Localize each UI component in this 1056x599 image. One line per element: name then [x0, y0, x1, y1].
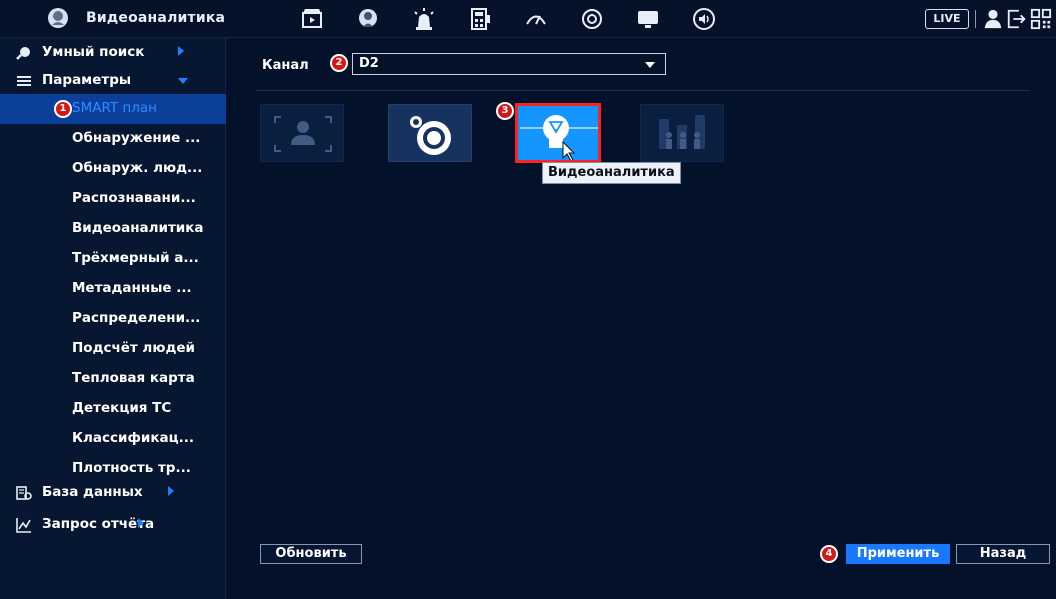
lightbulb-icon: [520, 115, 598, 160]
channel-value: D2: [359, 56, 379, 71]
channel-select[interactable]: D2: [352, 53, 666, 75]
alarm-icon[interactable]: [412, 7, 436, 31]
sidebar-item-label: Подсчёт людей: [72, 340, 195, 356]
sidebar-item-label: Классификац...: [72, 430, 195, 446]
user-icon[interactable]: [982, 7, 1004, 31]
refresh-button[interactable]: Обновить: [260, 544, 362, 564]
channel-label: Канал: [262, 58, 309, 73]
logout-icon[interactable]: [1006, 7, 1028, 31]
database-icon: [16, 486, 32, 500]
sidebar-item-database[interactable]: База данных: [0, 478, 226, 508]
sidebar-item-report-query[interactable]: Запрос отчёта: [0, 510, 226, 540]
sidebar-item-label: Трёхмерный а...: [72, 250, 199, 266]
sidebar-item-smart-plan[interactable]: SMART план 1: [0, 94, 226, 124]
audio-icon[interactable]: [692, 7, 716, 31]
sidebar-item-label: Распознавани...: [72, 190, 196, 206]
storage-disk-icon[interactable]: [580, 7, 604, 31]
smart-head-icon[interactable]: [356, 7, 380, 31]
sidebar-item-detection[interactable]: Обнаружение ...: [0, 124, 226, 154]
sidebar-item-recognition[interactable]: Распознавани...: [0, 184, 226, 214]
sidebar-item-metadata[interactable]: Метаданные ...: [0, 274, 226, 304]
report-chart-icon: [16, 518, 31, 533]
plan-tile-people-counting[interactable]: [640, 104, 724, 162]
sidebar-item-3d[interactable]: Трёхмерный а...: [0, 244, 226, 274]
annotation-marker: 1: [54, 100, 72, 118]
plan-tile-face-detection[interactable]: [260, 104, 344, 162]
apply-button[interactable]: Применить: [846, 544, 950, 564]
sidebar-item-heat-map[interactable]: Тепловая карта: [0, 364, 226, 394]
sidebar-item-classification[interactable]: Классификац...: [0, 424, 226, 454]
sidebar-item-label: Видеоаналитика: [72, 220, 204, 236]
app-title: Видеоаналитика: [86, 10, 226, 26]
qr-code-icon[interactable]: [1030, 7, 1052, 31]
expand-arrow-icon: [168, 486, 174, 496]
smart-search-icon: [16, 47, 30, 60]
sidebar-item-label: Параметры: [42, 72, 132, 88]
sidebar-item-parameters[interactable]: Параметры: [0, 66, 226, 96]
sidebar-item-label: Умный поиск: [42, 44, 145, 60]
fisheye-lens-icon: [410, 116, 451, 155]
sidebar: Умный поиск Параметры SMART план 1 Обнар…: [0, 38, 226, 599]
annotation-marker: 4: [820, 545, 838, 563]
people-count-icon: [659, 115, 705, 149]
sidebar-item-label: Обнаруж. люд...: [72, 160, 203, 176]
sidebar-item-label: База данных: [42, 484, 143, 500]
collapse-arrow-icon: [178, 78, 188, 84]
network-gauge-icon[interactable]: [524, 7, 548, 31]
playback-icon[interactable]: [300, 7, 324, 31]
main-panel: Канал 2 D2 3 Видеоаналитика: [226, 38, 1056, 599]
face-frame-icon: [274, 116, 332, 152]
divider: [256, 90, 1030, 91]
list-icon: [17, 76, 31, 86]
sidebar-item-video-analytics[interactable]: Видеоаналитика: [0, 214, 226, 244]
sidebar-item-label: Обнаружение ...: [72, 130, 201, 146]
sidebar-item-label: Метаданные ...: [72, 280, 192, 296]
sidebar-item-people-counting[interactable]: Подсчёт людей: [0, 334, 226, 364]
sidebar-item-label: Распределени...: [72, 310, 201, 326]
sidebar-item-label: SMART план: [72, 100, 157, 116]
live-button[interactable]: LIVE: [925, 9, 969, 29]
plan-tile-fisheye[interactable]: [388, 104, 472, 162]
sidebar-item-distribution[interactable]: Распределени...: [0, 304, 226, 334]
chevron-down-icon: [645, 62, 655, 68]
toolbar-divider: [975, 10, 976, 28]
display-icon[interactable]: [636, 7, 660, 31]
sidebar-item-smart-search[interactable]: Умный поиск: [0, 38, 226, 68]
sidebar-item-vehicle-detection[interactable]: Детекция ТС: [0, 394, 226, 424]
sidebar-item-label: Детекция ТС: [72, 400, 172, 416]
annotation-marker: 3: [496, 102, 514, 120]
sidebar-item-people-detection[interactable]: Обнаруж. люд...: [0, 154, 226, 184]
sidebar-item-label: Плотность тр...: [72, 460, 191, 476]
plan-tile-video-analytics[interactable]: [515, 103, 601, 163]
calculator-icon[interactable]: [468, 7, 492, 31]
tile-tooltip: Видеоаналитика: [542, 162, 681, 184]
annotation-marker: 2: [330, 54, 348, 72]
sidebar-item-label: Тепловая карта: [72, 370, 195, 386]
smart-head-icon: [48, 8, 68, 28]
back-button[interactable]: Назад: [956, 544, 1050, 564]
expand-arrow-icon: [138, 518, 144, 528]
expand-arrow-icon: [178, 46, 184, 56]
top-bar: Видеоаналитика LIVE: [0, 0, 1056, 38]
